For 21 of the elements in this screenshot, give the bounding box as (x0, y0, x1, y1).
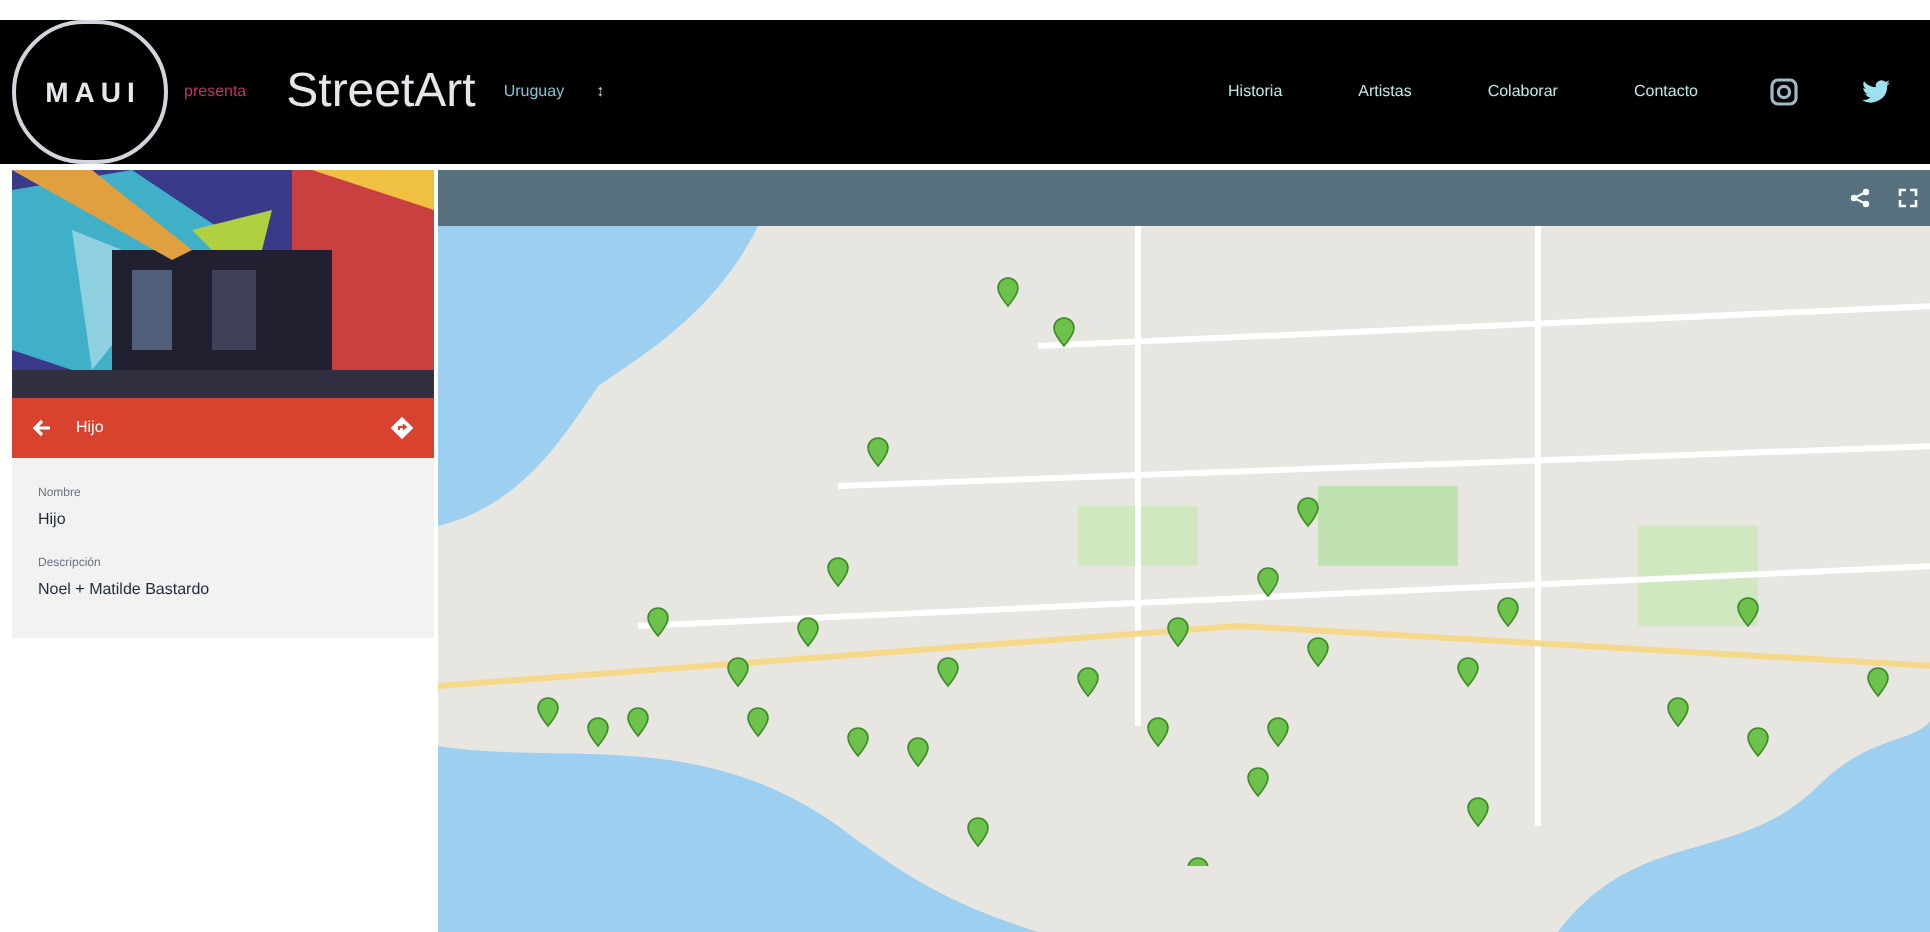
site-title[interactable]: StreetArt (286, 56, 476, 128)
field-value: Hijo (38, 508, 68, 532)
field-value: Noel + Matilde Bastardo (38, 578, 212, 602)
share-icon[interactable] (1850, 188, 1870, 208)
back-arrow-icon[interactable] (32, 418, 52, 438)
directions-icon[interactable] (390, 416, 414, 440)
nav-link[interactable]: Historia (1228, 80, 1283, 104)
logo[interactable]: M A U I (12, 20, 168, 164)
nav-link[interactable]: Artistas (1358, 80, 1412, 104)
tagline: presenta (184, 80, 247, 104)
twitter-icon[interactable] (1862, 80, 1890, 104)
fullscreen-icon[interactable] (1898, 188, 1918, 208)
instagram-icon[interactable] (1770, 78, 1798, 106)
nav-link[interactable]: Contacto (1633, 80, 1698, 104)
nav-link[interactable]: Colaborar (1487, 80, 1558, 104)
logo-letter: A (74, 73, 95, 111)
logo-letter: M (45, 73, 69, 111)
logo-letter: I (127, 73, 135, 111)
artwork-title: Hijo (76, 416, 104, 440)
logo-letter: U (100, 73, 122, 111)
region-selector[interactable]: Uruguay ↕ (503, 80, 605, 104)
